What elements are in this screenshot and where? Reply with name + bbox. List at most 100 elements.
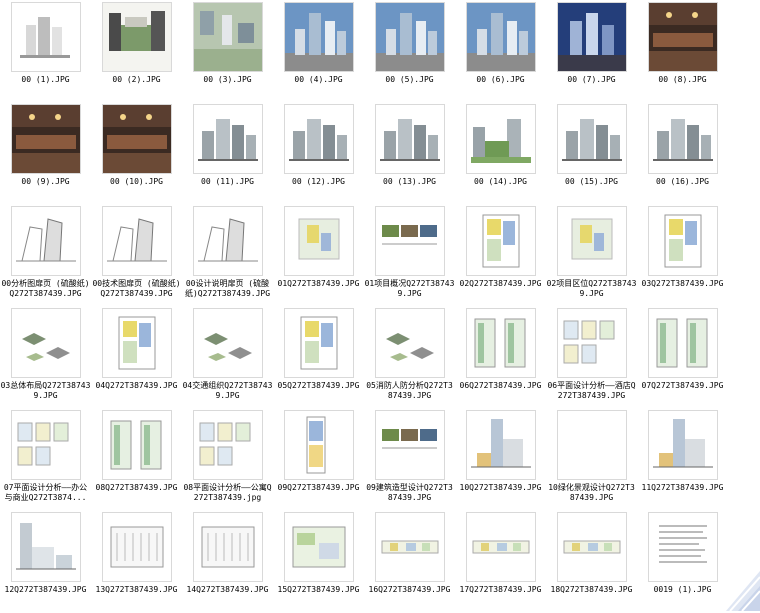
file-item[interactable]: 00技术图扉页 (硫酸纸)Q272T387439.JPG [91,204,182,307]
file-name-label: 12Q272T387439.JPG [4,585,87,594]
file-item[interactable]: 03总体布局Q272T387439.JPG [0,306,91,409]
file-item[interactable]: 07Q272T387439.JPG [637,306,728,409]
file-item[interactable]: 11Q272T387439.JPG [637,408,728,511]
file-thumbnail[interactable] [192,206,263,276]
file-item[interactable]: 00 (5).JPG [364,0,455,103]
file-item[interactable]: 10Q272T387439.JPG [455,408,546,511]
file-item[interactable]: 00 (10).JPG [91,102,182,205]
file-thumbnail[interactable] [556,410,627,480]
file-thumbnail[interactable] [647,104,718,174]
file-item[interactable]: 00 (12).JPG [273,102,364,205]
file-name-label: 00 (6).JPG [476,75,525,84]
file-item[interactable]: 04Q272T387439.JPG [91,306,182,409]
file-thumbnail[interactable] [556,206,627,276]
file-item[interactable]: 00分析图扉页 (硫酸纸)Q272T387439.JPG [0,204,91,307]
file-thumbnail[interactable] [192,512,263,582]
file-thumbnail[interactable] [374,206,445,276]
file-name-label: 00 (12).JPG [292,177,345,186]
file-thumbnail[interactable] [283,2,354,72]
file-item[interactable]: 02项目区位Q272T387439.JPG [546,204,637,307]
file-thumbnail[interactable] [10,410,81,480]
file-item[interactable]: 07平面设计分析——办公与商业Q272T3874... [0,408,91,511]
file-thumbnail[interactable] [556,104,627,174]
file-thumbnail[interactable] [10,206,81,276]
file-thumbnail[interactable] [10,2,81,72]
file-thumbnail[interactable] [556,512,627,582]
file-thumbnail[interactable] [647,206,718,276]
file-item[interactable]: 00 (9).JPG [0,102,91,205]
file-thumbnail[interactable] [465,308,536,378]
file-item[interactable]: 05Q272T387439.JPG [273,306,364,409]
file-item[interactable]: 14Q272T387439.JPG [182,510,273,613]
file-item[interactable]: 13Q272T387439.JPG [91,510,182,613]
file-item[interactable]: 00 (16).JPG [637,102,728,205]
file-thumbnail[interactable] [192,104,263,174]
file-item[interactable]: 15Q272T387439.JPG [273,510,364,613]
file-item[interactable]: 05消防人防分析Q272T387439.JPG [364,306,455,409]
file-thumbnail[interactable] [465,512,536,582]
file-item[interactable]: 01Q272T387439.JPG [273,204,364,307]
file-thumbnail[interactable] [283,206,354,276]
file-item[interactable]: 00 (14).JPG [455,102,546,205]
file-thumbnail[interactable] [192,410,263,480]
file-thumbnail[interactable] [374,308,445,378]
file-thumbnail[interactable] [101,2,172,72]
file-item[interactable]: 18Q272T387439.JPG [546,510,637,613]
file-item[interactable]: 06Q272T387439.JPG [455,306,546,409]
file-thumbnail[interactable] [101,308,172,378]
file-thumbnail[interactable] [10,512,81,582]
file-item[interactable]: 09建筑造型设计Q272T387439.JPG [364,408,455,511]
file-thumbnail[interactable] [192,308,263,378]
file-item[interactable]: 00 (7).JPG [546,0,637,103]
file-item[interactable]: 12Q272T387439.JPG [0,510,91,613]
file-thumbnail[interactable] [101,410,172,480]
file-thumbnail[interactable] [647,410,718,480]
file-item[interactable]: 09Q272T387439.JPG [273,408,364,511]
file-thumbnail[interactable] [465,2,536,72]
file-thumbnail[interactable] [465,104,536,174]
file-item[interactable]: 10绿化景观设计Q272T387439.JPG [546,408,637,511]
file-item[interactable]: 17Q272T387439.JPG [455,510,546,613]
file-thumbnail[interactable] [101,104,172,174]
file-item[interactable]: 00 (2).JPG [91,0,182,103]
file-thumbnail[interactable] [283,410,354,480]
file-thumbnail[interactable] [192,2,263,72]
file-item[interactable]: 00 (1).JPG [0,0,91,103]
file-thumbnail[interactable] [374,2,445,72]
file-thumbnail[interactable] [647,2,718,72]
file-thumbnail[interactable] [374,512,445,582]
file-item[interactable]: 08平面设计分析——公寓Q272T387439.jpg [182,408,273,511]
file-thumbnail[interactable] [374,104,445,174]
file-thumbnail[interactable] [10,104,81,174]
file-thumbnail[interactable] [465,410,536,480]
file-thumbnail[interactable] [374,410,445,480]
file-thumbnail[interactable] [283,308,354,378]
file-thumbnail[interactable] [556,2,627,72]
file-thumbnail[interactable] [283,104,354,174]
file-item[interactable]: 00 (11).JPG [182,102,273,205]
file-thumbnail[interactable] [647,512,718,582]
file-item[interactable]: 00 (15).JPG [546,102,637,205]
file-item[interactable]: 00设计说明扉页 (硫酸纸)Q272T387439.JPG [182,204,273,307]
file-item[interactable]: 16Q272T387439.JPG [364,510,455,613]
file-thumbnail[interactable] [465,206,536,276]
file-item[interactable]: 01项目概况Q272T387439.JPG [364,204,455,307]
file-item[interactable]: 03Q272T387439.JPG [637,204,728,307]
file-thumbnail[interactable] [101,206,172,276]
file-thumbnail[interactable] [101,512,172,582]
file-item[interactable]: 04交通组织Q272T387439.JPG [182,306,273,409]
file-item[interactable]: 00 (3).JPG [182,0,273,103]
file-item[interactable]: 0019 (1).JPG [637,510,728,613]
file-thumbnail[interactable] [556,308,627,378]
file-item[interactable]: 08Q272T387439.JPG [91,408,182,511]
file-item[interactable]: 00 (4).JPG [273,0,364,103]
file-item[interactable]: 06平面设计分析——酒店Q272T387439.JPG [546,306,637,409]
file-item[interactable]: 00 (8).JPG [637,0,728,103]
file-item[interactable]: 00 (13).JPG [364,102,455,205]
file-thumbnail[interactable] [647,308,718,378]
file-item[interactable]: 02Q272T387439.JPG [455,204,546,307]
file-thumbnail[interactable] [283,512,354,582]
file-name-label: 07Q272T387439.JPG [641,381,724,390]
file-item[interactable]: 00 (6).JPG [455,0,546,103]
file-thumbnail[interactable] [10,308,81,378]
